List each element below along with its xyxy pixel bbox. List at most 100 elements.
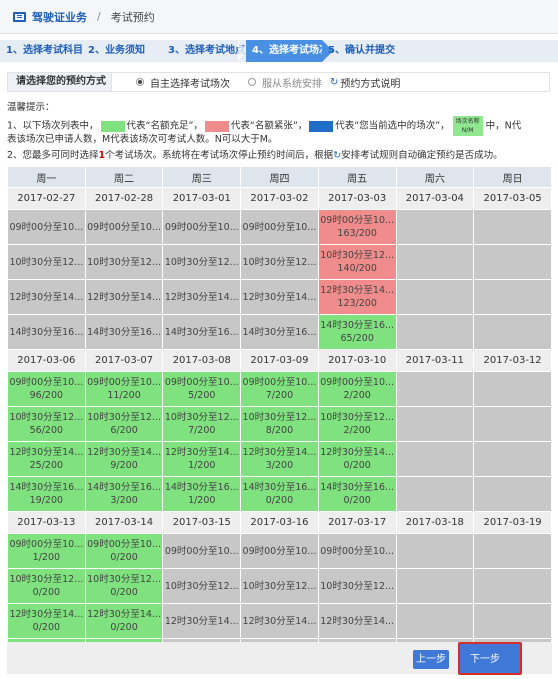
weekday-header: 周四 bbox=[240, 166, 319, 188]
session-slot[interactable]: 09时00分至10... 2/200 bbox=[317, 371, 397, 407]
prev-step-button[interactable]: 上一步 bbox=[413, 650, 449, 669]
session-slot[interactable]: 14时30分至16... 0/200 bbox=[240, 476, 319, 512]
session-slot[interactable]: 10时30分至12... 0/200 bbox=[84, 568, 164, 604]
mode-explain-link[interactable]: ↻ 预约方式说明 bbox=[330, 75, 400, 90]
session-slot[interactable]: 09时00分至10... 96/200 bbox=[7, 371, 86, 407]
session-slot[interactable]: 14时30分至16... 19/200 bbox=[7, 476, 86, 512]
footer-bar: 上一步 下一步 bbox=[7, 642, 552, 675]
tips-text: 2、您最多可同时选择 bbox=[7, 150, 99, 161]
radio-self-select[interactable]: 自主选择考试场次 bbox=[136, 75, 230, 90]
session-time: 12时30分至14... bbox=[164, 615, 239, 627]
step-notice: 2、业务须知 bbox=[88, 45, 145, 56]
session-time: 14时30分至16... bbox=[87, 326, 161, 338]
radio-system-assign[interactable]: 服从系统安排 bbox=[248, 75, 322, 90]
session-time: 10时30分至12... bbox=[242, 580, 317, 592]
session-slot[interactable]: 12时30分至14... 0/200 bbox=[317, 441, 397, 477]
next-step-button[interactable]: 下一步 bbox=[467, 650, 503, 669]
breadcrumb-main[interactable]: 驾驶证业务 bbox=[32, 9, 87, 25]
refresh-icon: ↻ bbox=[330, 76, 339, 88]
session-slot[interactable]: 10时30分至12... 140/200 bbox=[317, 244, 397, 280]
date-cell: 2017-03-03 bbox=[317, 187, 397, 210]
session-slot[interactable]: 10时30分至12... 6/200 bbox=[84, 406, 164, 442]
session-slot[interactable]: 12时30分至14... 25/200 bbox=[7, 441, 86, 477]
session-time: 09时00分至10... bbox=[87, 539, 161, 550]
session-slot: 10时30分至12... bbox=[240, 568, 319, 604]
session-time: 09时00分至10... bbox=[164, 545, 239, 557]
session-slot: 14时30分至16... bbox=[7, 314, 86, 350]
session-time: 10时30分至12... bbox=[164, 256, 239, 268]
date-cell: 2017-03-18 bbox=[395, 511, 475, 534]
session-slot[interactable]: 09时00分至10... 5/200 bbox=[162, 371, 242, 407]
session-count: 0/200 bbox=[110, 622, 138, 633]
session-count: 6/200 bbox=[110, 425, 138, 436]
session-slot[interactable]: 09时00分至10... 1/200 bbox=[7, 533, 86, 569]
session-slot[interactable]: 10时30分至12... 2/200 bbox=[317, 406, 397, 442]
step-select-subject: 1、选择考试科目 bbox=[6, 45, 83, 56]
session-time: 10时30分至12... bbox=[9, 574, 84, 585]
weekday-header: 周日 bbox=[473, 166, 552, 188]
session-slot[interactable]: 14时30分至16... 65/200 bbox=[317, 314, 397, 350]
session-time: 12时30分至14... bbox=[87, 447, 161, 458]
session-row: 10时30分至12... 10时30分至12... 10时30分至12... 10时3… bbox=[7, 244, 552, 280]
session-slot bbox=[473, 568, 552, 604]
session-count: 25/200 bbox=[29, 460, 64, 471]
session-slot[interactable]: 12时30分至14... 9/200 bbox=[84, 441, 164, 477]
session-row: 10时30分至12... 56/200 10时30分至12... 6/200 10时30… bbox=[7, 406, 552, 442]
session-time: 10时30分至12... bbox=[320, 250, 395, 261]
session-slot bbox=[473, 314, 552, 350]
session-row: 10时30分至12... 0/200 10时30分至12... 0/200 10时30分… bbox=[7, 568, 552, 604]
session-time: 10时30分至12... bbox=[320, 412, 395, 423]
session-time: 12时30分至14... bbox=[320, 285, 395, 296]
session-slot bbox=[473, 441, 552, 477]
session-time: 12时30分至14... bbox=[9, 447, 84, 458]
session-slot[interactable]: 12时30分至14... 123/200 bbox=[317, 279, 397, 315]
session-slot[interactable]: 10时30分至12... 56/200 bbox=[7, 406, 86, 442]
session-slot bbox=[473, 244, 552, 280]
tips-panel: 温馨提示： 1、以下场次列表中， 代表“名额充足”， 代表“名额紧张”， 代表“您当前… bbox=[7, 100, 552, 161]
session-time: 14时30分至16... bbox=[87, 482, 161, 493]
session-time: 12时30分至14... bbox=[320, 447, 395, 458]
session-row: 14时30分至16... 19/200 14时30分至16... 3/200 14时30… bbox=[7, 476, 552, 512]
tips-title: 温馨提示： bbox=[7, 102, 55, 113]
session-slot[interactable]: 14时30分至16... 1/200 bbox=[162, 476, 242, 512]
session-slot: 10时30分至12... bbox=[162, 568, 242, 604]
date-cell: 2017-03-15 bbox=[162, 511, 242, 534]
session-time: 09时00分至10... bbox=[320, 215, 395, 226]
session-time: 09时00分至10... bbox=[242, 221, 317, 233]
session-slot[interactable]: 09时00分至10... 7/200 bbox=[240, 371, 319, 407]
session-slot[interactable]: 09时00分至10... 11/200 bbox=[84, 371, 164, 407]
session-slot[interactable]: 12时30分至14... 0/200 bbox=[7, 603, 86, 639]
session-slot[interactable]: 12时30分至14... 3/200 bbox=[240, 441, 319, 477]
session-slot[interactable]: 10时30分至12... 8/200 bbox=[240, 406, 319, 442]
session-time: 12时30分至14... bbox=[87, 609, 161, 620]
session-slot[interactable]: 14时30分至16... 0/200 bbox=[317, 476, 397, 512]
session-slot bbox=[395, 603, 475, 639]
session-slot: 12时30分至14... bbox=[240, 603, 319, 639]
session-time: 14时30分至16... bbox=[320, 482, 395, 493]
session-slot: 09时00分至10... bbox=[240, 533, 319, 569]
tips-text: 个考试场次。系统将在考试场次停止预约时间后，根据 bbox=[105, 150, 334, 161]
tips-text: 1、以下场次列表中， bbox=[7, 120, 99, 132]
session-time: 14时30分至16... bbox=[9, 482, 84, 493]
session-slot bbox=[473, 533, 552, 569]
session-slot[interactable]: 12时30分至14... 1/200 bbox=[162, 441, 242, 477]
session-row: 12时30分至14... 12时30分至14... 12时30分至14... 12时3… bbox=[7, 279, 552, 315]
session-slot: 09时00分至10... bbox=[84, 209, 164, 245]
session-time: 09时00分至10... bbox=[242, 377, 317, 388]
session-slot: 09时00分至10... bbox=[240, 209, 319, 245]
session-slot[interactable]: 09时00分至10... 0/200 bbox=[84, 533, 164, 569]
session-slot[interactable]: 09时00分至10... 163/200 bbox=[317, 209, 397, 245]
weekday-header-row: 周一 周二 周三 周四 周五 周六 周日 bbox=[7, 166, 552, 188]
tips-text: 安排考试规则自动确定预约是否成功。 bbox=[341, 150, 503, 161]
session-row: 14时30分至16... 14时30分至16... 14时30分至16... 14时3… bbox=[7, 314, 552, 350]
session-slot[interactable]: 12时30分至14... 0/200 bbox=[84, 603, 164, 639]
session-slot bbox=[395, 371, 475, 407]
session-count: 3/200 bbox=[265, 460, 294, 471]
session-slot[interactable]: 10时30分至12... 7/200 bbox=[162, 406, 242, 442]
session-slot[interactable]: 10时30分至12... 0/200 bbox=[7, 568, 86, 604]
session-time: 12时30分至14... bbox=[242, 447, 317, 458]
session-row: 09时00分至10... 09时00分至10... 09时00分至10... 09时0… bbox=[7, 209, 552, 245]
weekday-header: 周五 bbox=[317, 166, 397, 188]
session-slot[interactable]: 14时30分至16... 3/200 bbox=[84, 476, 164, 512]
session-time: 14时30分至16... bbox=[164, 326, 239, 338]
